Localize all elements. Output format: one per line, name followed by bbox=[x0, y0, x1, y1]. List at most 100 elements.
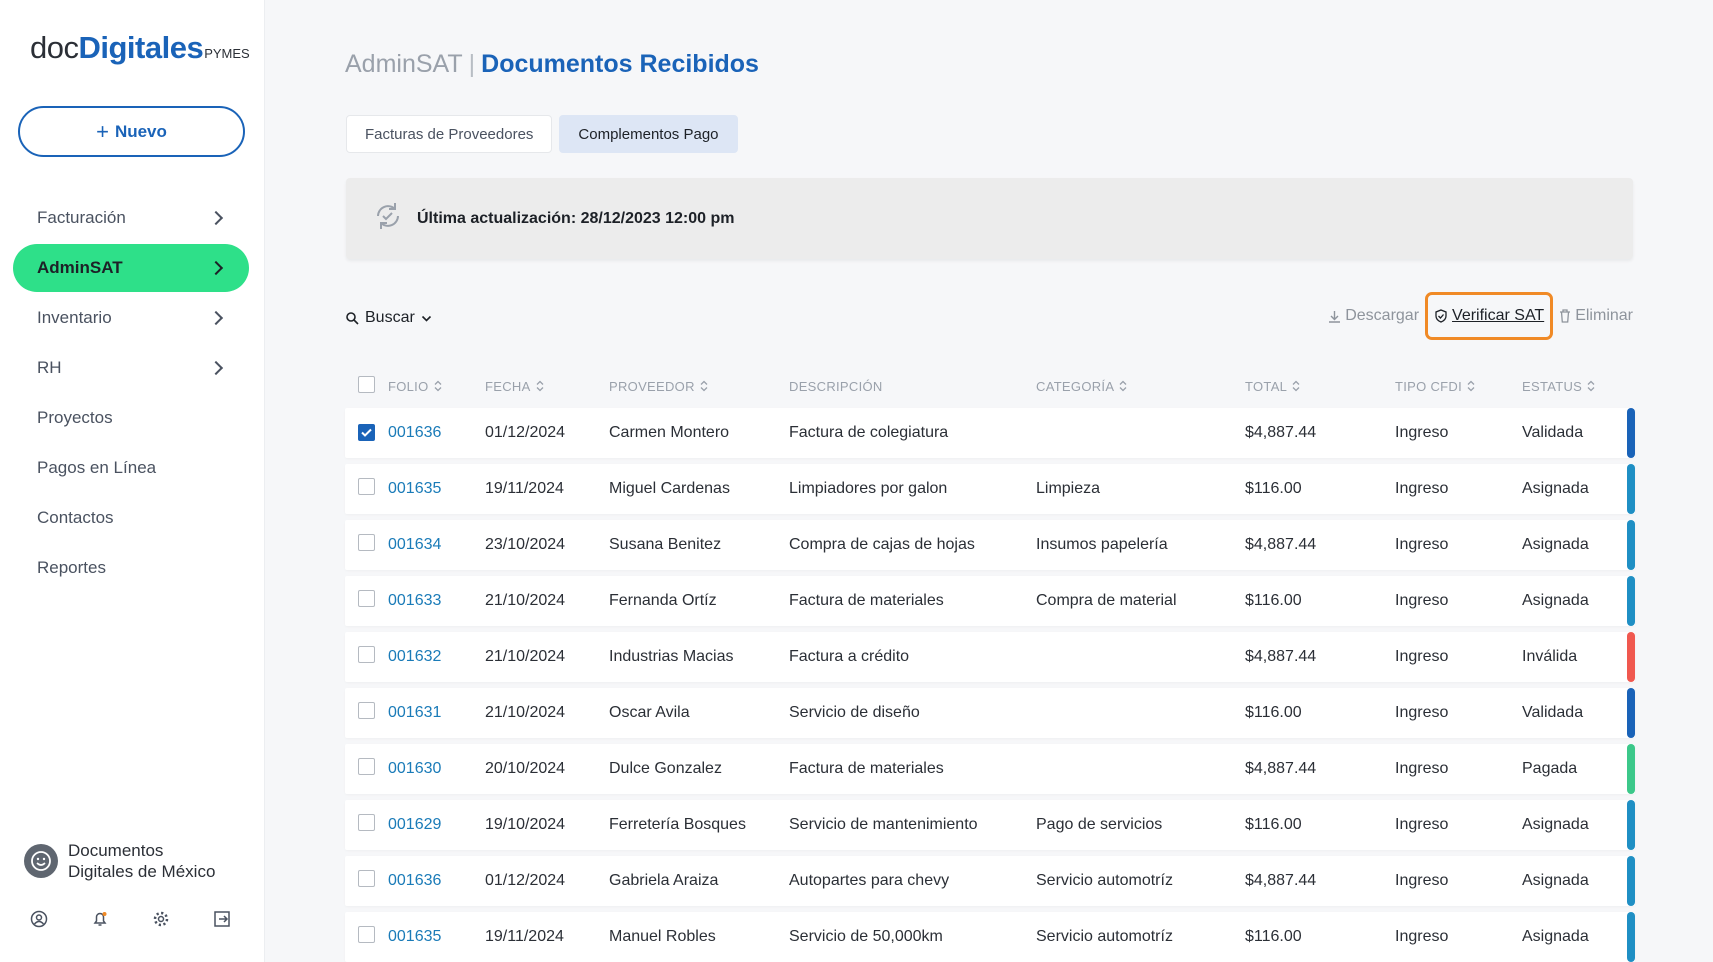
app-logo[interactable]: docDigitalesPYMES bbox=[30, 30, 250, 66]
table-row[interactable]: 001630 20/10/2024 Dulce Gonzalez Factura de… bbox=[345, 744, 1635, 794]
row-checkbox[interactable] bbox=[358, 478, 375, 495]
column-header-label: DESCRIPCIÓN bbox=[789, 378, 883, 394]
table-row[interactable]: 001636 01/12/2024 Carmen Montero Factura de… bbox=[345, 408, 1635, 458]
cell-fecha: 23/10/2024 bbox=[485, 536, 566, 553]
row-checkbox[interactable] bbox=[358, 590, 375, 607]
column-header-label: FECHA bbox=[485, 378, 531, 394]
column-header-label: ESTATUS bbox=[1522, 378, 1583, 394]
company-profile[interactable]: Documentos Digitales de México bbox=[24, 840, 248, 882]
column-header-4: DESCRIPCIÓN bbox=[789, 379, 1036, 394]
row-checkbox[interactable] bbox=[358, 702, 375, 719]
cell-proveedor: Oscar Avila bbox=[609, 704, 690, 721]
column-header-label: PROVEEDOR bbox=[609, 378, 695, 394]
sort-icon[interactable] bbox=[1467, 380, 1475, 392]
cell-folio[interactable]: 001630 bbox=[388, 760, 485, 778]
table-row[interactable]: 001632 21/10/2024 Industrias Macias Factura… bbox=[345, 632, 1635, 682]
row-select-cell bbox=[345, 424, 388, 442]
cell-descripcion: Factura de colegiatura bbox=[789, 424, 949, 441]
cell-folio[interactable]: 001633 bbox=[388, 592, 485, 610]
cell-folio[interactable]: 001635 bbox=[388, 928, 485, 946]
cell-folio[interactable]: 001629 bbox=[388, 816, 485, 834]
row-checkbox[interactable] bbox=[358, 926, 375, 943]
cell-descripcion: Factura de materiales bbox=[789, 760, 944, 777]
new-button[interactable]: + Nuevo bbox=[18, 106, 245, 157]
cell-folio[interactable]: 001634 bbox=[388, 536, 485, 554]
cell-descripcion: Factura de materiales bbox=[789, 592, 944, 609]
bell-icon[interactable] bbox=[91, 910, 109, 928]
cell-categoria: Pago de servicios bbox=[1036, 816, 1163, 833]
user-icon[interactable] bbox=[30, 910, 48, 928]
tab-complementos-pago[interactable]: Complementos Pago bbox=[559, 115, 738, 153]
column-header-label: TOTAL bbox=[1245, 378, 1288, 394]
cell-fecha: 21/10/2024 bbox=[485, 592, 566, 609]
sidebar-item-reportes[interactable]: Reportes bbox=[13, 544, 249, 592]
gear-icon[interactable] bbox=[152, 910, 170, 928]
status-bar bbox=[1627, 576, 1635, 626]
search-dropdown[interactable]: Buscar bbox=[346, 309, 432, 327]
cell-folio[interactable]: 001632 bbox=[388, 648, 485, 666]
row-checkbox[interactable] bbox=[358, 814, 375, 831]
column-header-3[interactable]: PROVEEDOR bbox=[609, 379, 789, 394]
table-row[interactable]: 001629 19/10/2024 Ferretería Bosques Servic… bbox=[345, 800, 1635, 850]
table-row[interactable]: 001631 21/10/2024 Oscar Avila Servicio de d… bbox=[345, 688, 1635, 738]
sort-icon[interactable] bbox=[1292, 380, 1300, 392]
sort-icon[interactable] bbox=[434, 380, 442, 392]
tab-facturas-de-proveedores[interactable]: Facturas de Proveedores bbox=[346, 115, 553, 153]
verify-sat-button[interactable]: Verificar SAT bbox=[1425, 292, 1554, 340]
row-checkbox[interactable] bbox=[358, 424, 375, 441]
refresh-icon[interactable] bbox=[371, 199, 405, 238]
row-checkbox[interactable] bbox=[358, 758, 375, 775]
column-header-6[interactable]: TOTAL bbox=[1245, 379, 1395, 394]
row-checkbox[interactable] bbox=[358, 870, 375, 887]
select-all-checkbox[interactable] bbox=[358, 376, 375, 393]
cell-folio[interactable]: 001635 bbox=[388, 480, 485, 498]
row-select-cell bbox=[345, 814, 388, 836]
table-row[interactable]: 001635 19/11/2024 Miguel Cardenas Limpiador… bbox=[345, 464, 1635, 514]
sort-icon[interactable] bbox=[1587, 380, 1595, 392]
column-header-2[interactable]: FECHA bbox=[485, 379, 609, 394]
sort-icon[interactable] bbox=[536, 380, 544, 392]
table-row[interactable]: 001636 01/12/2024 Gabriela Araiza Autoparte… bbox=[345, 856, 1635, 906]
logout-icon[interactable] bbox=[213, 910, 231, 928]
cell-estatus: Asignada bbox=[1522, 592, 1589, 609]
cell-descripcion: Servicio de diseño bbox=[789, 704, 920, 721]
sidebar-nav: Facturación AdminSAT Inventario RH Proyectos… bbox=[13, 194, 249, 594]
sort-icon[interactable] bbox=[700, 380, 708, 392]
cell-tipo: Ingreso bbox=[1395, 760, 1449, 777]
download-button[interactable]: Descargar bbox=[1328, 307, 1419, 325]
sidebar-item-facturacion[interactable]: Facturación bbox=[13, 194, 249, 242]
table-row[interactable]: 001633 21/10/2024 Fernanda Ortíz Factura de… bbox=[345, 576, 1635, 626]
cell-estatus: Asignada bbox=[1522, 536, 1589, 553]
cell-total: $116.00 bbox=[1245, 816, 1302, 833]
cell-folio[interactable]: 001636 bbox=[388, 424, 485, 442]
column-header-5[interactable]: CATEGORÍA bbox=[1036, 379, 1245, 394]
row-select-cell bbox=[345, 534, 388, 556]
row-checkbox[interactable] bbox=[358, 534, 375, 551]
column-header-8[interactable]: ESTATUS bbox=[1522, 379, 1632, 394]
cell-fecha: 20/10/2024 bbox=[485, 760, 566, 777]
sidebar-item-inventario[interactable]: Inventario bbox=[13, 294, 249, 342]
column-header-label: FOLIO bbox=[388, 378, 429, 394]
sidebar-item-label: Facturación bbox=[37, 208, 126, 227]
table-header: FOLIO FECHA PROVEEDOR DESCRIPCIÓN CATEGORÍA T… bbox=[345, 370, 1635, 402]
cell-folio[interactable]: 001631 bbox=[388, 704, 485, 722]
table-row[interactable]: 001635 19/11/2024 Manuel Robles Servicio de… bbox=[345, 912, 1635, 962]
sidebar-item-label: AdminSAT bbox=[37, 258, 123, 277]
cell-folio[interactable]: 001636 bbox=[388, 872, 485, 890]
table-row[interactable]: 001634 23/10/2024 Susana Benitez Compra de … bbox=[345, 520, 1635, 570]
column-header-7[interactable]: TIPO CFDI bbox=[1395, 379, 1522, 394]
cell-proveedor: Manuel Robles bbox=[609, 928, 716, 945]
sidebar-item-pagos-en-linea[interactable]: Pagos en Línea bbox=[13, 444, 249, 492]
sort-icon[interactable] bbox=[1119, 380, 1127, 392]
delete-button[interactable]: Eliminar bbox=[1559, 307, 1633, 325]
cell-tipo: Ingreso bbox=[1395, 648, 1449, 665]
row-checkbox[interactable] bbox=[358, 646, 375, 663]
sidebar-item-rh[interactable]: RH bbox=[13, 344, 249, 392]
sidebar-item-proyectos[interactable]: Proyectos bbox=[13, 394, 249, 442]
cell-total: $4,887.44 bbox=[1245, 424, 1317, 441]
column-header-1[interactable]: FOLIO bbox=[388, 379, 485, 394]
sidebar-item-adminsat[interactable]: AdminSAT bbox=[13, 244, 249, 292]
page-title: AdminSAT | Documentos Recibidos bbox=[345, 50, 759, 78]
sidebar-item-contactos[interactable]: Contactos bbox=[13, 494, 249, 542]
cell-categoria: Insumos papelería bbox=[1036, 536, 1168, 553]
